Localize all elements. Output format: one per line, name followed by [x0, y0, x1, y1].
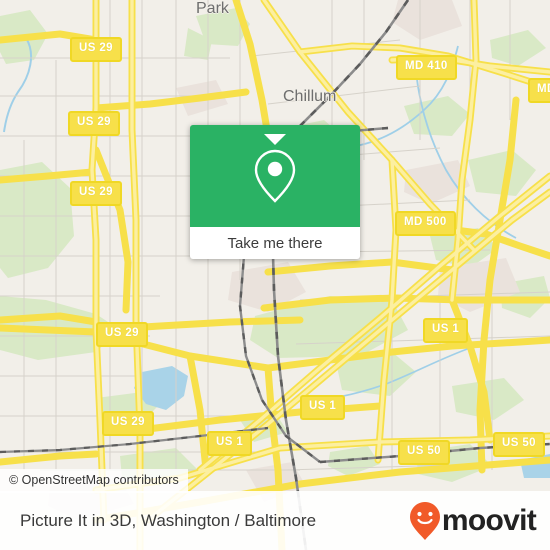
- map-vector-layer: [0, 0, 550, 550]
- moovit-wordmark: moovit: [441, 503, 537, 537]
- route-shield-us-1[interactable]: US 1: [423, 318, 469, 343]
- route-shield-md-5-clipped[interactable]: MD 5: [528, 78, 550, 103]
- place-label-chillum: Chillum: [283, 88, 337, 105]
- route-shield-us-1[interactable]: US 1: [300, 395, 346, 420]
- route-shield-us-1[interactable]: US 1: [207, 431, 253, 456]
- route-shield-md-410[interactable]: MD 410: [396, 55, 457, 80]
- take-me-there-label: Take me there: [227, 234, 323, 252]
- route-shield-us-29[interactable]: US 29: [70, 181, 122, 206]
- page-title: Picture It in 3D, Washington / Baltimore: [20, 510, 317, 530]
- popup-action-bar[interactable]: Take me there: [190, 227, 360, 259]
- route-shield-us-29[interactable]: US 29: [102, 411, 154, 436]
- footer-bar: Picture It in 3D, Washington / Baltimore…: [0, 491, 550, 550]
- route-shield-us-29[interactable]: US 29: [68, 111, 120, 136]
- moovit-smiley-pin-icon: [409, 501, 440, 540]
- map-pin-icon: [254, 149, 296, 203]
- osm-attribution[interactable]: © OpenStreetMap contributors: [0, 469, 188, 493]
- moovit-map-screenshot: Park Chillum US 29 US 29 US 29 US 29 US …: [0, 0, 550, 550]
- place-label-park: Park: [196, 0, 229, 17]
- popup-pointer-tail: [264, 134, 286, 145]
- route-shield-us-50[interactable]: US 50: [398, 440, 450, 465]
- route-shield-us-29[interactable]: US 29: [70, 37, 122, 62]
- route-shield-us-50[interactable]: US 50: [493, 432, 545, 457]
- location-popup-card[interactable]: Take me there: [190, 125, 360, 259]
- route-shield-md-500[interactable]: MD 500: [395, 211, 456, 236]
- map-canvas[interactable]: Park Chillum US 29 US 29 US 29 US 29 US …: [0, 0, 550, 550]
- route-shield-us-29[interactable]: US 29: [96, 322, 148, 347]
- moovit-brand-logo[interactable]: moovit: [409, 501, 537, 541]
